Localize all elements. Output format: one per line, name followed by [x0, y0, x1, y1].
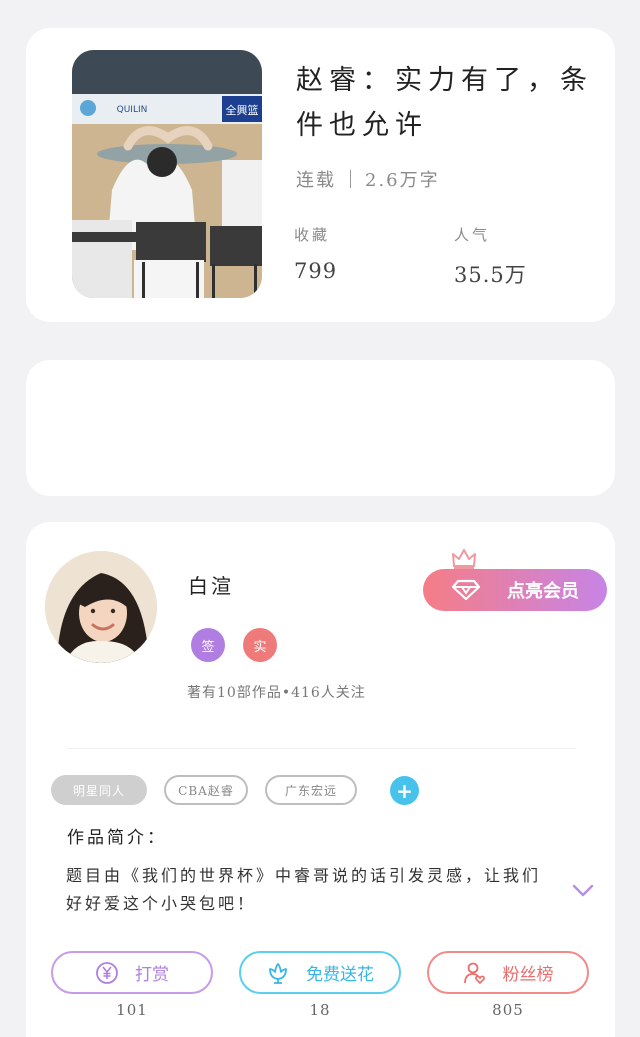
- reward-count: 101: [116, 1001, 148, 1019]
- author-meta: 著有10部作品•416人关注: [187, 685, 366, 701]
- book-title: 赵睿：实力有了，条件也允许: [296, 65, 593, 141]
- popularity-label: 人气: [454, 226, 491, 244]
- favorites-label: 收藏: [294, 226, 331, 244]
- reward-button[interactable]: 打赏: [51, 951, 213, 994]
- send-flower-label: 免费送花: [306, 965, 374, 985]
- vip-button-label: 点亮会员: [507, 581, 579, 602]
- author-card: 白渲 签 实 著有10部作品•416人关注 点亮会员 明星同人 CBA赵睿 广东…: [26, 522, 615, 1037]
- fan-ranking-label: 粉丝榜: [502, 965, 554, 985]
- intro-title: 作品简介：: [67, 828, 167, 848]
- chevron-down-icon[interactable]: [572, 884, 594, 898]
- favorites-value: 799: [294, 259, 338, 283]
- popularity-stat: 人气 35.5万: [454, 224, 527, 289]
- tag-cba-zhaorui[interactable]: CBA赵睿: [164, 775, 248, 805]
- section-divider: [68, 748, 576, 749]
- verified-author-badge: 实: [243, 628, 277, 662]
- word-count: 2.6万字: [365, 170, 440, 191]
- crown-icon: [452, 549, 476, 569]
- fan-ranking-button[interactable]: 粉丝榜: [427, 951, 589, 994]
- user-heart-icon: [463, 962, 485, 984]
- book-serial-info: 连载 2.6万字: [296, 166, 440, 192]
- serial-divider: [350, 170, 351, 188]
- author-avatar[interactable]: [45, 551, 157, 663]
- tag-celebrity-fanfic[interactable]: 明星同人: [51, 775, 147, 805]
- popularity-value: 35.5万: [454, 263, 527, 287]
- add-tag-button[interactable]: +: [390, 776, 419, 805]
- book-cover-image[interactable]: 全興篮 QUILIN: [72, 50, 262, 298]
- fan-count: 805: [492, 1001, 524, 1019]
- favorites-stat: 收藏 799: [294, 224, 337, 283]
- reward-label: 打赏: [135, 965, 169, 985]
- light-up-vip-button[interactable]: 点亮会员: [423, 569, 607, 611]
- flower-icon: [269, 962, 287, 984]
- flower-count: 18: [309, 1001, 331, 1019]
- tag-guangdong-hongyuan[interactable]: 广东宏远: [265, 775, 357, 805]
- blank-placeholder-card: [26, 360, 615, 496]
- svg-text:QUILIN: QUILIN: [117, 105, 148, 115]
- diamond-icon: [451, 579, 481, 601]
- book-info-card: 全興篮 QUILIN 赵睿：实力有了，条件也允许 连载 2.6万字 收藏 799: [26, 28, 615, 322]
- svg-text:全興篮: 全興篮: [226, 103, 259, 117]
- yuan-coin-icon: [96, 961, 118, 984]
- intro-text: 题目由《我们的世界杯》中睿哥说的话引发灵感，让我们好好爱这个小哭包吧！: [66, 866, 542, 913]
- author-name[interactable]: 白渲: [188, 570, 234, 599]
- send-flower-button[interactable]: 免费送花: [239, 951, 401, 994]
- signed-author-badge: 签: [191, 628, 225, 662]
- serial-status: 连载: [296, 170, 336, 191]
